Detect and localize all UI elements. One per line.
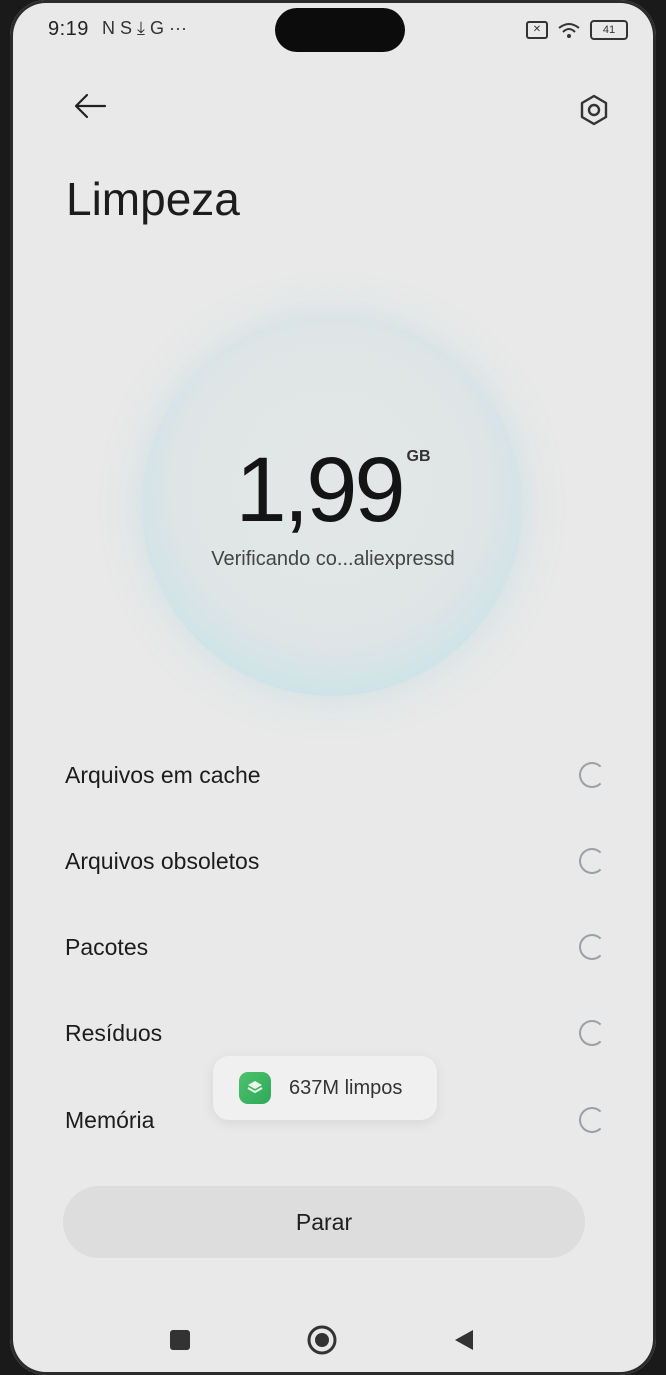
status-bar: 9:19 N S ⤓ G ··· ✕ 41 — [10, 0, 656, 60]
loading-spinner-icon — [579, 1020, 605, 1046]
list-item-label: Pacotes — [65, 933, 149, 960]
scanned-size-unit: GB — [406, 448, 431, 465]
list-item-obsolete[interactable]: Arquivos obsoletos — [65, 831, 605, 891]
scanned-size-value: 1,99 — [235, 439, 405, 541]
list-item-cache[interactable]: Arquivos em cache — [65, 745, 605, 805]
cleaned-toast: 637M limpos — [213, 1056, 437, 1120]
triangle-back-icon — [455, 1330, 473, 1350]
cleaner-app-icon — [239, 1072, 271, 1104]
list-item-label: Memória — [65, 1106, 155, 1133]
status-time: 9:19 — [48, 18, 89, 40]
list-item-label: Resíduos — [65, 1019, 163, 1046]
loading-spinner-icon — [579, 934, 605, 960]
hexagon-gear-icon — [580, 94, 608, 126]
loading-spinner-icon — [579, 762, 605, 788]
toast-text: 637M limpos — [289, 1076, 403, 1099]
scanned-size: 1,99 GB — [10, 438, 656, 543]
phone-screen: 9:19 N S ⤓ G ··· ✕ 41 Limpeza 1,99 GB Ver… — [10, 0, 656, 1375]
wifi-icon — [558, 23, 580, 38]
nav-back-button[interactable] — [444, 1312, 484, 1368]
loading-spinner-icon — [579, 1107, 605, 1133]
square-icon — [170, 1330, 190, 1350]
list-item-packages[interactable]: Pacotes — [65, 917, 605, 977]
list-item-label: Arquivos em cache — [65, 761, 261, 788]
settings-button[interactable] — [566, 82, 622, 138]
scan-status-text: Verificando co...aliexpressd — [211, 548, 455, 570]
notification-icons: N S ⤓ G ··· — [102, 18, 187, 38]
arrow-left-icon — [74, 93, 107, 119]
sim-off-icon: ✕ — [526, 21, 548, 39]
page-title: Limpeza — [66, 173, 240, 225]
battery-icon: 41 — [590, 20, 628, 40]
home-button[interactable] — [302, 1312, 342, 1368]
camera-notch — [275, 8, 405, 52]
list-item-residues[interactable]: Resíduos — [65, 1003, 605, 1063]
recents-button[interactable] — [160, 1312, 200, 1368]
circle-icon — [307, 1325, 337, 1355]
loading-spinner-icon — [579, 848, 605, 874]
back-button[interactable] — [70, 82, 110, 130]
list-item-label: Arquivos obsoletos — [65, 847, 260, 874]
status-right-icons: ✕ 41 — [526, 20, 628, 40]
stop-button[interactable]: Parar — [63, 1186, 585, 1258]
